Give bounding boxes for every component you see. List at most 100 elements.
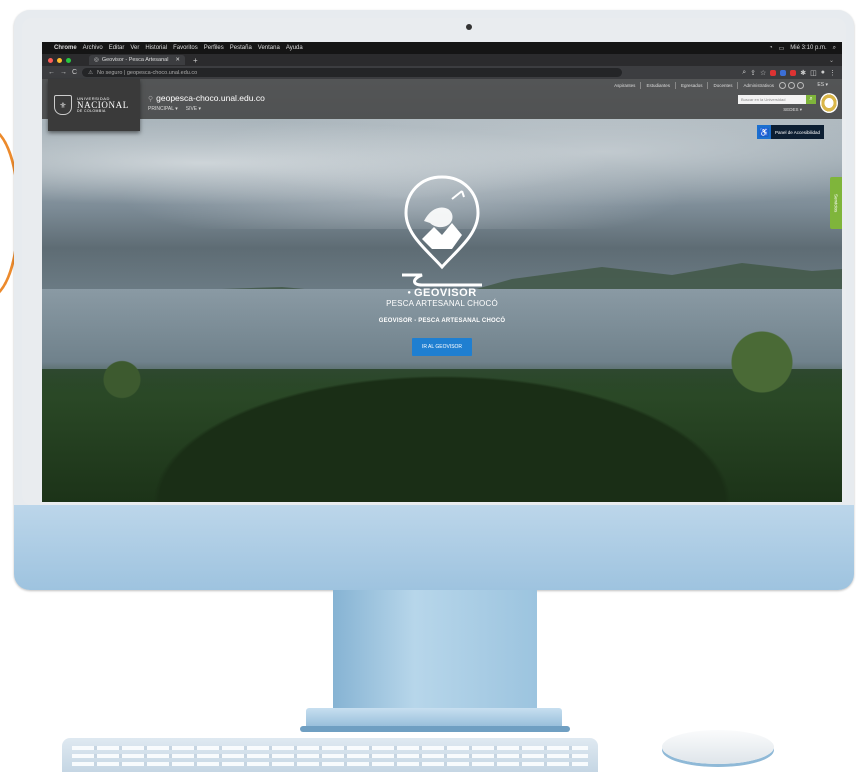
tab-search-icon[interactable]: ⌄ [829, 57, 834, 64]
hero: ● GEOVISOR PESCA ARTESANAL CHOCÓ GEOVISO… [42, 169, 842, 356]
browser-tab[interactable]: ◎ Geovisor - Pesca Artesanal ✕ [89, 55, 185, 65]
site-domain-text: geopesca-choco.unal.edu.co [156, 93, 265, 103]
bullet-icon: ● [407, 290, 411, 296]
battery-icon[interactable]: ▭ [779, 45, 785, 52]
sidepanel-icon[interactable]: ◫ [810, 69, 817, 77]
menu-historial[interactable]: Historial [145, 45, 167, 51]
maximize-window-button[interactable] [66, 57, 71, 63]
extensions: ⌕ ⇪ ☆ ✱ ◫ ● ⋮ [742, 69, 836, 77]
divider [674, 82, 676, 89]
tab-bar: ◎ Geovisor - Pesca Artesanal ✕ + ⌄ [42, 54, 842, 66]
tab-favicon: ◎ [94, 57, 99, 63]
youtube-icon[interactable] [797, 82, 804, 89]
keyboard [62, 738, 598, 772]
site-submenu: PRINCIPAL ▾ SIVE ▾ [148, 106, 201, 112]
tab-title: Geovisor - Pesca Artesanal [101, 57, 169, 63]
site-domain[interactable]: ⚲ geopesca-choco.unal.edu.co [148, 93, 265, 103]
monitor: Chrome Archivo Editar Ver Historial Favo… [14, 10, 854, 590]
zoom-icon[interactable]: ⌕ [742, 69, 746, 77]
extension-icon[interactable] [780, 69, 787, 76]
menubar-status: ◔ ▭ Mié 3:10 p.m. ⌕ [769, 45, 836, 52]
unal-logo[interactable]: ⚜ UNIVERSIDAD NACIONAL DE COLOMBIA [48, 79, 140, 131]
key-row [72, 754, 588, 758]
colombia-seal-icon [820, 93, 838, 113]
menu-chrome[interactable]: Chrome [54, 45, 77, 51]
logo-text: UNIVERSIDAD NACIONAL DE COLOMBIA [77, 96, 129, 114]
menu-ayuda[interactable]: Ayuda [286, 45, 303, 51]
sedes-dropdown[interactable]: SEDES ▾ [783, 107, 802, 113]
menu-pestana[interactable]: Pestaña [230, 45, 252, 51]
hero-title: GEOVISOR - PESCA ARTESANAL CHOCÓ [378, 318, 506, 324]
geovisor-pin-icon [402, 175, 482, 287]
puzzle-icon[interactable]: ✱ [800, 69, 806, 77]
divider [737, 82, 739, 89]
menu-perfiles[interactable]: Perfiles [204, 45, 224, 51]
logo-line3: DE COLOMBIA [77, 108, 106, 113]
monitor-foot-edge [300, 726, 570, 732]
monitor-chin [14, 505, 854, 590]
site-search-input[interactable]: Buscar en la Universidad [738, 95, 806, 104]
website: ⚜ UNIVERSIDAD NACIONAL DE COLOMBIA ⚲ geop… [42, 79, 842, 502]
monitor-stand [333, 590, 537, 714]
top-nav: Aspirantes Estudiantes Egresados Docente… [614, 82, 804, 89]
site-header: ⚜ UNIVERSIDAD NACIONAL DE COLOMBIA ⚲ geop… [42, 79, 842, 131]
back-icon[interactable]: ← [48, 69, 55, 76]
menu-ver[interactable]: Ver [130, 45, 139, 51]
address-text: No seguro | geopesca-choco.unal.edu.co [97, 69, 198, 76]
accessibility-label: Panel de Accesibilidad [774, 129, 820, 135]
clock[interactable]: Mié 3:10 p.m. [790, 45, 826, 52]
browser-toolbar: ← → C ⚠ No seguro | geopesca-choco.unal.… [42, 66, 842, 79]
menu-favoritos[interactable]: Favoritos [173, 45, 198, 51]
key-row [72, 746, 588, 750]
nav-aspirantes[interactable]: Aspirantes [614, 83, 635, 88]
close-window-button[interactable] [48, 57, 53, 63]
accessibility-icon: ♿ [756, 125, 771, 139]
divider [707, 82, 709, 89]
camera [466, 24, 472, 30]
profile-icon[interactable]: ● [821, 69, 825, 76]
new-tab-button[interactable]: + [193, 56, 198, 65]
wifi-icon[interactable]: ◔ [769, 45, 773, 52]
screen-bezel: Chrome Archivo Editar Ver Historial Favo… [22, 18, 846, 505]
twitter-icon[interactable] [788, 82, 795, 89]
brand-title: GEOVISOR [413, 287, 477, 299]
facebook-icon[interactable] [779, 82, 786, 89]
extension-icon[interactable] [790, 69, 797, 76]
extension-icon[interactable] [770, 69, 777, 76]
address-bar[interactable]: ⚠ No seguro | geopesca-choco.unal.edu.co [82, 68, 623, 77]
search-icon: ⌕ [809, 96, 813, 102]
menu-archivo[interactable]: Archivo [83, 45, 103, 51]
stage: Chrome Archivo Editar Ver Historial Favo… [0, 0, 856, 772]
reload-icon[interactable]: C [72, 69, 77, 76]
brand-row: ● GEOVISOR [407, 287, 476, 299]
warning-icon: ⚠ [88, 69, 93, 76]
search-icon[interactable]: ⌕ [833, 45, 836, 52]
menu-editar[interactable]: Editar [109, 45, 125, 51]
star-icon[interactable]: ☆ [760, 69, 766, 77]
shield-icon: ⚜ [54, 95, 72, 115]
language-selector[interactable]: ES ▾ [817, 82, 828, 88]
mac-menubar: Chrome Archivo Editar Ver Historial Favo… [42, 42, 842, 54]
close-tab-icon[interactable]: ✕ [175, 57, 180, 63]
nav-administrativos[interactable]: Administrativos [743, 83, 774, 88]
nav-estudiantes[interactable]: Estudiantes [646, 83, 670, 88]
mouse [662, 730, 774, 764]
social-links [779, 82, 804, 89]
divider [640, 82, 642, 89]
nav-egresados[interactable]: Egresados [681, 83, 703, 88]
screen: Chrome Archivo Editar Ver Historial Favo… [42, 42, 842, 502]
accessibility-panel-button[interactable]: ♿ Panel de Accesibilidad [756, 125, 824, 139]
share-icon[interactable]: ⇪ [750, 69, 756, 77]
menu-ventana[interactable]: Ventana [258, 45, 280, 51]
nav-sive[interactable]: SIVE ▾ [186, 106, 201, 112]
brand-subtitle: PESCA ARTESANAL CHOCÓ [386, 299, 498, 308]
more-icon[interactable]: ⋮ [829, 69, 836, 77]
search-button[interactable]: ⌕ [806, 95, 816, 104]
forward-icon[interactable]: → [60, 69, 67, 76]
key-row [72, 762, 588, 766]
minimize-window-button[interactable] [57, 57, 62, 63]
nav-docentes[interactable]: Docentes [713, 83, 732, 88]
ir-al-geovisor-button[interactable]: IR AL GEOVISOR [411, 338, 473, 356]
nav-principal[interactable]: PRINCIPAL ▾ [148, 106, 178, 112]
location-pin-icon: ⚲ [148, 96, 154, 103]
